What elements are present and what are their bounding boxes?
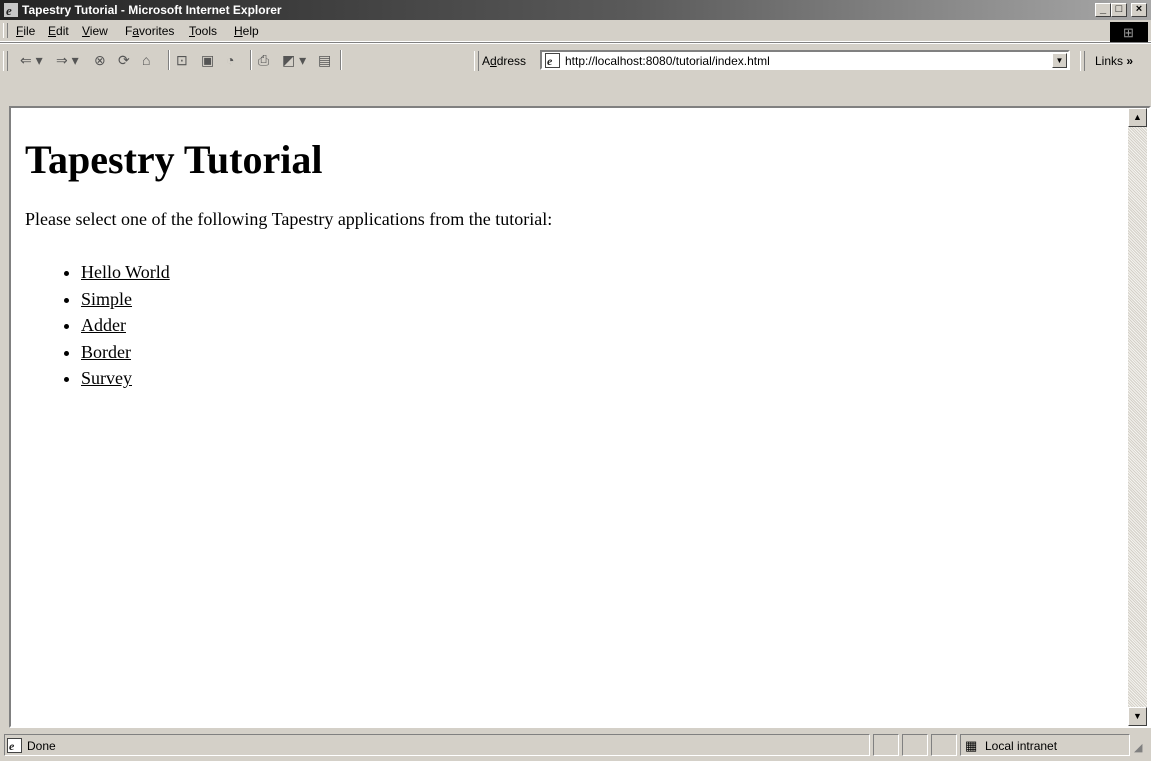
toolbar-separator bbox=[340, 50, 342, 70]
window-title: Tapestry Tutorial - Microsoft Internet E… bbox=[22, 3, 282, 17]
menu-favorites[interactable]: Favorites bbox=[125, 24, 174, 38]
menu-view[interactable]: View bbox=[82, 24, 108, 38]
scroll-down-button[interactable]: ▼ bbox=[1128, 707, 1147, 726]
link-adder[interactable]: Adder bbox=[81, 315, 126, 335]
close-button[interactable]: × bbox=[1131, 3, 1147, 17]
back-icon[interactable]: ⇐ ▾ bbox=[20, 51, 43, 69]
list-item: Border bbox=[81, 340, 170, 367]
address-dropdown-button[interactable]: ▼ bbox=[1052, 53, 1067, 68]
print-icon[interactable]: ⎙ bbox=[258, 51, 269, 69]
list-item: Simple bbox=[81, 287, 170, 314]
history-icon[interactable]: ◔ bbox=[226, 51, 234, 69]
links-grip[interactable] bbox=[1080, 51, 1085, 71]
search-icon[interactable]: ⊡ bbox=[176, 51, 188, 69]
svg-text:e: e bbox=[6, 3, 12, 18]
status-panel-progress bbox=[873, 734, 899, 756]
menu-help[interactable]: Help bbox=[234, 24, 259, 38]
list-item: Survey bbox=[81, 366, 170, 393]
menu-bar: File Edit View Favorites Tools Help bbox=[0, 20, 1151, 42]
page-status-icon: e bbox=[7, 738, 22, 753]
address-label: Address bbox=[482, 54, 527, 68]
refresh-icon[interactable]: ⟳ bbox=[118, 51, 130, 69]
minimize-button[interactable]: _ bbox=[1095, 3, 1111, 17]
toolbar-grip[interactable] bbox=[3, 51, 8, 71]
intranet-icon: ▦ bbox=[965, 738, 978, 753]
resize-grip-icon[interactable]: ◢ bbox=[1134, 741, 1142, 754]
browser-window: e Tapestry Tutorial - Microsoft Internet… bbox=[0, 0, 1151, 761]
list-item: Adder bbox=[81, 313, 170, 340]
home-icon[interactable]: ⌂ bbox=[142, 51, 150, 69]
status-panel-misc bbox=[931, 734, 957, 756]
discuss-icon[interactable]: ▤ bbox=[318, 51, 331, 69]
status-bar: e Done ▦ Local intranet ◢ bbox=[0, 731, 1151, 761]
edit-icon[interactable]: ◩ ▾ bbox=[282, 51, 306, 69]
app-link-list: Hello World Simple Adder Border Survey bbox=[25, 260, 170, 393]
menu-file[interactable]: File bbox=[16, 24, 35, 38]
page-content: Tapestry Tutorial Please select one of t… bbox=[11, 108, 1128, 726]
zone-panel[interactable]: ▦ Local intranet bbox=[960, 734, 1130, 756]
svg-text:e: e bbox=[9, 739, 15, 753]
page-intro: Please select one of the following Tapes… bbox=[25, 209, 553, 229]
toolbar-separator bbox=[168, 50, 170, 70]
menu-edit[interactable]: Edit bbox=[48, 24, 69, 38]
favorites-icon[interactable]: ▣ bbox=[201, 51, 214, 69]
stop-icon[interactable]: ⊗ bbox=[94, 51, 106, 69]
links-button[interactable]: Links » bbox=[1095, 54, 1133, 68]
svg-text:e: e bbox=[547, 54, 553, 68]
link-survey[interactable]: Survey bbox=[81, 368, 132, 388]
toolbar-separator bbox=[250, 50, 252, 70]
address-bar[interactable]: e http://localhost:8080/tutorial/index.h… bbox=[540, 50, 1070, 70]
forward-icon[interactable]: ⇒ ▾ bbox=[56, 51, 79, 69]
status-text: Done bbox=[27, 739, 56, 753]
status-panel-lock bbox=[902, 734, 928, 756]
title-bar[interactable]: e Tapestry Tutorial - Microsoft Internet… bbox=[0, 0, 1151, 20]
link-border[interactable]: Border bbox=[81, 342, 131, 362]
page-heading: Tapestry Tutorial bbox=[25, 137, 323, 182]
list-item: Hello World bbox=[81, 260, 170, 287]
page-viewport: Tapestry Tutorial Please select one of t… bbox=[9, 106, 1151, 728]
ie-throbber-logo: ⊞ bbox=[1110, 22, 1148, 42]
zone-text: Local intranet bbox=[985, 739, 1058, 753]
page-icon: e bbox=[545, 53, 560, 68]
maximize-button[interactable]: □ bbox=[1111, 3, 1127, 17]
menubar-grip[interactable] bbox=[3, 23, 8, 38]
scroll-up-button[interactable]: ▲ bbox=[1128, 108, 1147, 127]
link-simple[interactable]: Simple bbox=[81, 289, 132, 309]
address-grip[interactable] bbox=[474, 51, 479, 71]
status-panel: e Done bbox=[4, 734, 870, 756]
address-url[interactable]: http://localhost:8080/tutorial/index.htm… bbox=[565, 54, 770, 68]
toolbar: ⇐ ▾ ⇒ ▾ ⊗ ⟳ ⌂ ⊡ ▣ ◔ ⎙ ◩ ▾ ▤ Address e ht… bbox=[0, 43, 1151, 75]
vertical-scrollbar[interactable]: ▲ ▼ bbox=[1128, 108, 1147, 726]
menu-tools[interactable]: Tools bbox=[189, 24, 217, 38]
link-hello-world[interactable]: Hello World bbox=[81, 262, 170, 282]
ie-icon: e bbox=[4, 3, 18, 18]
